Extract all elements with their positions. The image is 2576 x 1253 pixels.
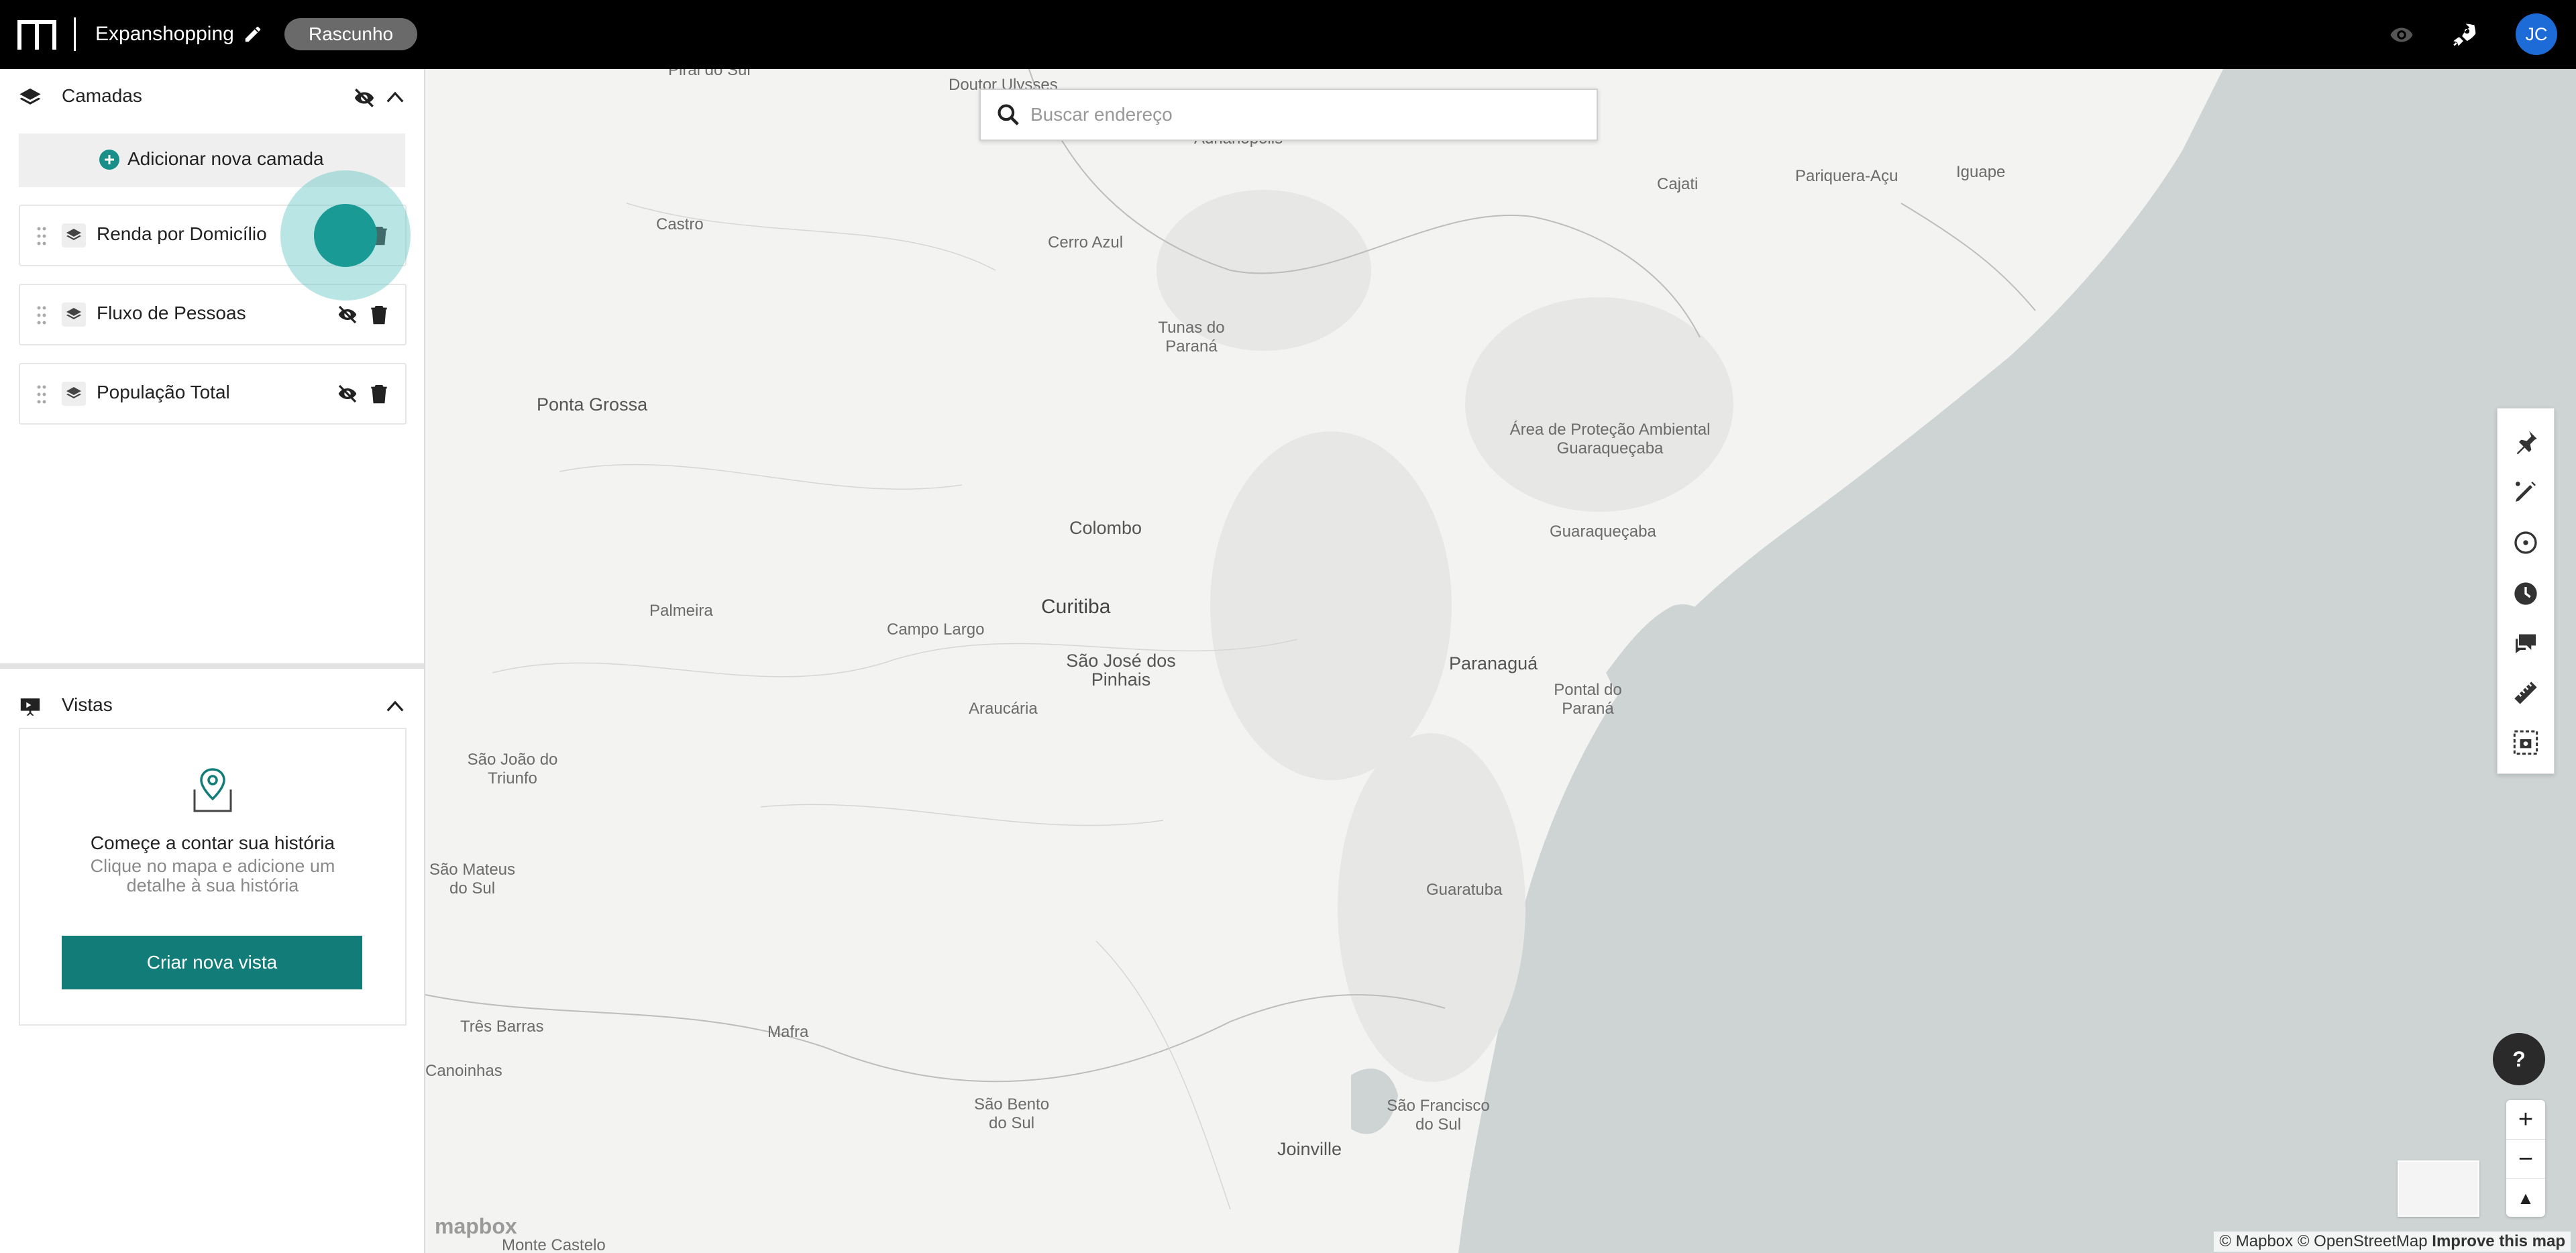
layers-header: Camadas [0,69,424,123]
user-avatar[interactable]: JC [2516,13,2557,55]
plus-circle-icon [99,150,119,170]
place-label: Araucária [969,700,1038,718]
help-button[interactable]: ? [2493,1033,2545,1085]
place-label: Monte Castelo [502,1236,606,1253]
chevron-up-icon[interactable] [385,697,405,714]
place-label: Tunas do Paraná [1158,319,1225,356]
layer-item[interactable]: População Total [19,363,407,425]
create-view-button[interactable]: Criar nova vista [62,936,362,989]
place-label: Canoinhas [425,1062,502,1080]
search-input[interactable] [1029,97,1582,133]
empty-state-subtitle: Clique no mapa e adicione um detalhe à s… [90,856,335,895]
place-label: Castro [656,215,704,233]
sidebar: Camadas Adicionar nova camada Renda por … [0,69,425,1253]
place-label: São João do Triunfo [467,751,558,787]
eye-off-icon[interactable] [337,383,358,404]
screenshot-icon[interactable] [2512,729,2539,756]
presentation-icon [20,698,40,716]
click-indicator [280,170,411,301]
place-label: Guaratuba [1426,881,1503,899]
place-label: Pontal do Paraná [1554,681,1622,718]
layer-name: Renda por Domicílio [97,223,267,244]
layers-title: Camadas [62,85,142,106]
add-layer-label: Adicionar nova camada [127,148,324,169]
compass-button[interactable]: ▲ [2506,1178,2545,1217]
map-tools [2497,408,2555,774]
pin-icon[interactable] [2512,429,2539,455]
map-attribution: © Mapbox © OpenStreetMap Improve this ma… [2214,1232,2571,1252]
mapbox-logo[interactable]: mapbox [435,1214,517,1239]
comment-icon[interactable] [2512,630,2539,657]
layer-type-icon [62,382,86,406]
trash-icon[interactable] [370,304,388,325]
zoom-out-button[interactable]: − [2506,1139,2545,1179]
place-label: Iguape [1956,163,2006,181]
radius-icon[interactable] [2512,529,2539,556]
place-label: Palmeira [649,602,713,620]
layer-type-icon [62,303,86,327]
project-name: Expanshopping [95,23,234,45]
place-label: Colombo [1069,518,1142,538]
map-canvas[interactable]: Pirai do Sul Doutor Ulysses Adrianópolis… [425,69,2576,1253]
eye-off-icon[interactable] [353,87,376,109]
views-empty-state: Começe a contar sua história Clique no m… [19,728,407,1026]
place-label: Ponta Grossa [537,394,648,415]
zoom-in-button[interactable]: + [2506,1100,2545,1139]
header-separator [74,17,76,51]
pencil-icon[interactable] [243,24,263,44]
improve-map-link[interactable]: Improve this map [2432,1232,2565,1250]
search-icon [998,104,1019,125]
zoom-controls: + − ▲ [2506,1100,2545,1217]
views-header: Vistas [0,678,424,732]
place-label: Joinville [1277,1139,1342,1159]
app-logo-icon[interactable] [17,20,56,50]
top-bar: Expanshopping Rascunho JC [0,0,2576,69]
place-label: Guaraqueçaba [1550,523,1656,541]
attribution-text[interactable]: © Mapbox © OpenStreetMap [2219,1232,2427,1250]
trash-icon[interactable] [370,383,388,404]
place-label: Pariquera-Açu [1795,167,1898,185]
place-label: Paranaguá [1449,653,1538,673]
eye-off-icon[interactable] [337,304,358,325]
place-label: Cerro Azul [1048,233,1124,252]
drag-handle-icon[interactable] [36,226,47,246]
place-label: Pirai do Sul [668,69,751,79]
place-label: Três Barras [460,1018,544,1036]
place-label: Área de Proteção Ambiental Guaraqueçaba [1509,421,1711,457]
layer-type-icon [62,223,86,248]
place-label: Mafra [767,1023,809,1041]
layer-name: População Total [97,382,230,402]
place-label: Campo Largo [887,620,985,639]
preview-eye-icon[interactable] [2390,23,2414,47]
section-divider[interactable] [0,663,424,669]
map-pin-icon [193,768,232,812]
views-title: Vistas [62,694,113,715]
publish-rocket-icon[interactable] [2449,20,2478,50]
drag-handle-icon[interactable] [36,305,47,325]
ruler-icon[interactable] [2512,679,2539,706]
empty-state-title: Começe a contar sua história [90,832,335,853]
address-search [979,89,1598,141]
layers-icon [19,88,41,105]
chevron-up-icon[interactable] [385,88,405,105]
drag-handle-icon[interactable] [36,384,47,404]
status-badge: Rascunho [284,18,418,50]
place-label: São Bento do Sul [973,1095,1050,1132]
place-label: São Francisco do Sul [1387,1097,1490,1134]
place-label: São Mateus do Sul [429,861,516,897]
isochrone-icon[interactable] [2512,580,2539,607]
place-label: Curitiba [1041,596,1111,618]
minimap[interactable] [2398,1160,2479,1217]
draw-icon[interactable] [2512,478,2539,505]
place-label: Cajati [1657,175,1699,193]
layer-name: Fluxo de Pessoas [97,303,246,323]
place-label: São José dos Pinhais [1066,651,1176,690]
